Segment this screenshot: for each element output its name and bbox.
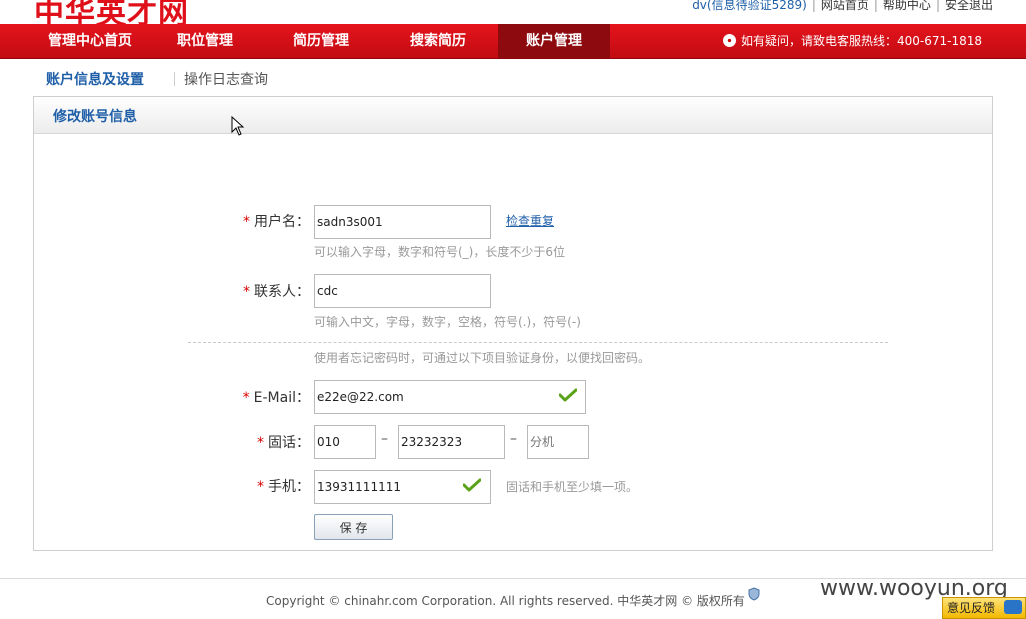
shield-icon[interactable] xyxy=(748,587,760,601)
link-logout[interactable]: 安全退出 xyxy=(945,0,993,12)
phone-area-input[interactable] xyxy=(314,425,376,459)
link-home[interactable]: 网站首页 xyxy=(821,0,869,12)
phone-ext-input[interactable] xyxy=(527,425,589,459)
phone-dash-2: – xyxy=(510,431,517,447)
nav-item-home[interactable]: 管理中心首页 xyxy=(34,24,146,58)
lifebuoy-icon xyxy=(722,34,736,47)
nav-item-account[interactable]: 账户管理 xyxy=(498,24,610,58)
mouse-cursor-icon xyxy=(231,116,245,136)
main-nav: 管理中心首页 职位管理 简历管理 搜索简历 账户管理 如有疑问，请致电客服热线：… xyxy=(0,24,1026,59)
phone-dash: – xyxy=(381,431,388,447)
valid-check-icon xyxy=(559,388,577,402)
tab-account-settings[interactable]: 账户信息及设置 xyxy=(46,69,144,89)
contact-input[interactable] xyxy=(314,274,491,308)
nav-item-resumes[interactable]: 简历管理 xyxy=(266,24,376,58)
hotline: 如有疑问，请致电客服热线：400-671-1818 xyxy=(722,24,982,58)
feedback-button[interactable]: 意见反馈 xyxy=(942,597,1026,619)
section-divider xyxy=(188,342,888,343)
contact-hint: 可输入中文，字母，数字，空格，符号(.)，符号(-) xyxy=(314,315,581,329)
contact-label: * 联系人： xyxy=(243,284,310,300)
hotline-text: 如有疑问，请致电客服热线：400-671-1818 xyxy=(740,34,982,48)
phone-number-input[interactable] xyxy=(398,425,505,459)
mobile-hint: 固话和手机至少填一项。 xyxy=(506,480,639,494)
top-links: dv(信息待验证5289) | 网站首页 | 帮助中心 | 安全退出 xyxy=(692,0,993,12)
username-hint: 可以输入字母，数字和符号(_)，长度不少于6位 xyxy=(314,245,565,259)
feedback-label: 意见反馈 xyxy=(947,601,996,615)
email-input[interactable] xyxy=(314,380,586,414)
copyright-text: Copyright © chinahr.com Corporation. All… xyxy=(266,594,745,608)
chat-bubble-icon xyxy=(1004,600,1022,614)
email-label: * E-Mail： xyxy=(242,390,310,406)
check-duplicate-link[interactable]: 检查重复 xyxy=(506,212,554,229)
nav-item-jobs[interactable]: 职位管理 xyxy=(150,24,260,58)
valid-check-icon xyxy=(463,478,481,492)
user-status[interactable]: dv(信息待验证5289) xyxy=(692,0,807,12)
panel-title: 修改账号信息 xyxy=(53,109,137,125)
link-help[interactable]: 帮助中心 xyxy=(883,0,931,12)
tab-divider xyxy=(174,72,175,86)
username-label: * 用户名： xyxy=(243,214,310,230)
mobile-label: * 手机： xyxy=(257,479,310,495)
phone-label: * 固话： xyxy=(257,435,310,451)
panel-header: 修改账号信息 xyxy=(34,97,992,134)
username-input[interactable] xyxy=(314,205,491,239)
save-button[interactable]: 保 存 xyxy=(314,514,393,540)
nav-item-search[interactable]: 搜索简历 xyxy=(382,24,494,58)
recover-hint: 使用者忘记密码时，可通过以下项目验证身份，以便找回密码。 xyxy=(314,351,651,365)
tab-operation-log[interactable]: 操作日志查询 xyxy=(184,69,268,89)
